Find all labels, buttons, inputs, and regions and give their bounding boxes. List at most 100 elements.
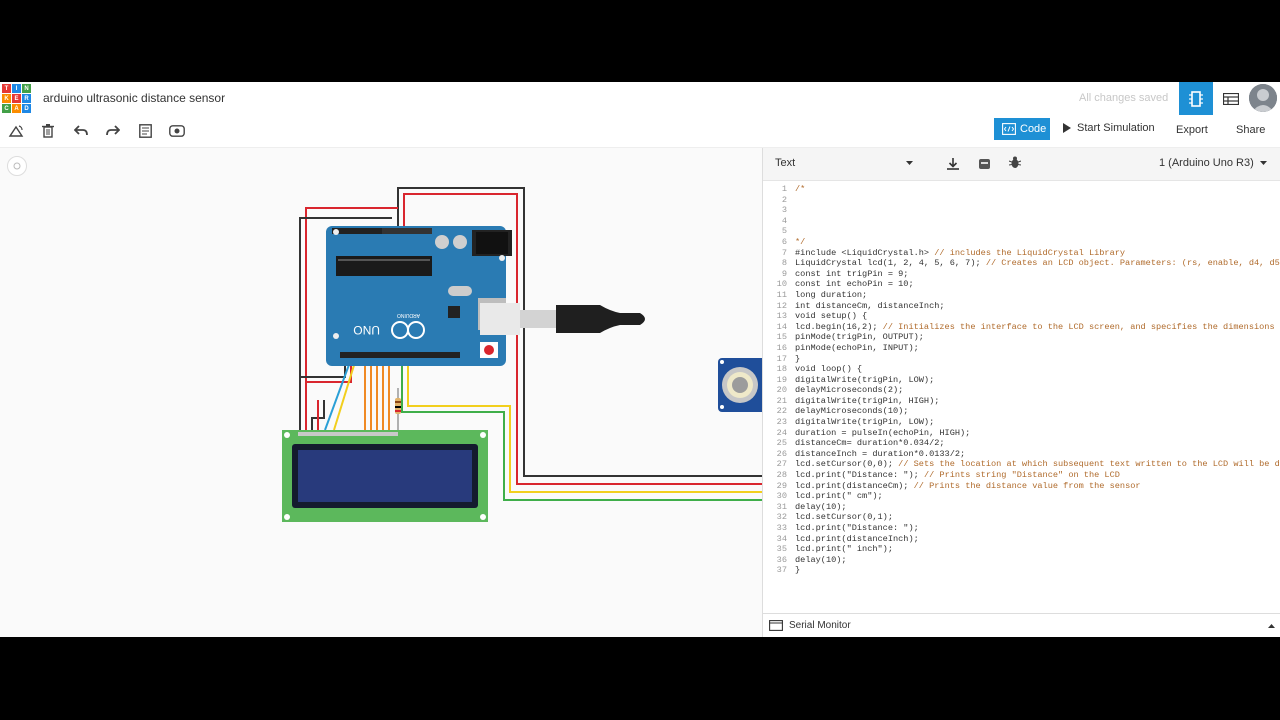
code-panel: Text 1 (Arduino Uno R3) 1 2 3 4 5 6 7 8 9 10 11 12 1… (762, 148, 1280, 637)
code-line[interactable]: */ (795, 237, 1280, 248)
table-list-icon (1223, 92, 1239, 105)
logo-letter: D (22, 104, 31, 113)
circuit-view-button[interactable] (1179, 82, 1213, 115)
code-line[interactable]: /* (795, 184, 1280, 195)
tinkercad-logo[interactable]: TIN KER CAD (2, 84, 32, 114)
code-line[interactable]: pinMode(echoPin, INPUT); (795, 343, 1280, 354)
start-simulation-label: Start Simulation (1077, 122, 1155, 134)
code-line[interactable]: lcd.print("Distance: "); (795, 523, 1280, 534)
line-number: 30 (776, 491, 787, 502)
code-line[interactable]: lcd.begin(16,2); // Initializes the inte… (795, 322, 1280, 333)
line-number: 26 (776, 448, 787, 459)
circuit-canvas[interactable]: UNO ARDUINO (0, 148, 762, 637)
ultrasonic-sensor[interactable] (718, 358, 762, 412)
chevron-up-icon[interactable] (1268, 624, 1275, 628)
logo-letter: K (2, 94, 11, 103)
serial-monitor-bar[interactable]: Serial Monitor (763, 613, 1280, 637)
usb-cable[interactable] (480, 303, 645, 335)
code-line[interactable]: long duration; (795, 290, 1280, 301)
logo-letter: R (22, 94, 31, 103)
line-number: 27 (776, 459, 787, 470)
undo-icon[interactable] (72, 122, 90, 140)
tinkercad-app: TIN KER CAD arduino ultrasonic distance se… (0, 82, 1280, 637)
play-icon (1063, 123, 1071, 133)
code-line[interactable]: #include <LiquidCrystal.h> // includes t… (795, 248, 1280, 259)
upload-device-icon[interactable] (978, 157, 991, 175)
code-line[interactable]: digitalWrite(trigPin, LOW); (795, 417, 1280, 428)
arduino-brand-label: ARDUINO (397, 312, 420, 318)
editor-toolbar: Code Start Simulation Export Share (0, 115, 1280, 148)
code-text[interactable]: /* */#include <LiquidCrystal.h> // inclu… (795, 184, 1280, 576)
line-number: 31 (776, 501, 787, 512)
design-title[interactable]: arduino ultrasonic distance sensor (43, 91, 225, 105)
code-line[interactable]: LiquidCrystal lcd(1, 2, 4, 5, 6, 7); // … (795, 258, 1280, 269)
code-line[interactable]: } (795, 354, 1280, 365)
eye-icon[interactable] (168, 122, 186, 140)
circuit-diagram: UNO ARDUINO (282, 187, 762, 522)
device-select[interactable]: 1 (Arduino Uno R3) (1153, 153, 1273, 173)
code-line[interactable]: lcd.print(distanceInch); (795, 534, 1280, 545)
arduino-uno-board[interactable] (326, 226, 512, 366)
logo-letter: N (22, 84, 31, 93)
code-line[interactable]: delayMicroseconds(10); (795, 406, 1280, 417)
code-line[interactable]: lcd.setCursor(0,1); (795, 512, 1280, 523)
code-line[interactable]: const int echoPin = 10; (795, 279, 1280, 290)
code-line[interactable]: lcd.print(" inch"); (795, 544, 1280, 555)
line-number: 14 (776, 321, 787, 332)
line-number: 5 (781, 226, 787, 237)
line-number: 9 (781, 268, 787, 279)
line-number: 4 (781, 215, 787, 226)
code-line[interactable]: distanceCm= duration*0.034/2; (795, 438, 1280, 449)
lcd-display[interactable] (282, 430, 488, 522)
notes-icon[interactable] (136, 122, 154, 140)
code-line[interactable]: lcd.setCursor(0,0); // Sets the location… (795, 459, 1280, 470)
resistor[interactable] (395, 388, 401, 430)
component-list-button[interactable] (1216, 82, 1246, 115)
line-number: 20 (776, 385, 787, 396)
trash-icon[interactable] (39, 122, 57, 140)
debugger-bug-icon[interactable] (1008, 156, 1022, 174)
code-button[interactable]: Code (994, 118, 1050, 140)
code-line[interactable] (795, 195, 1280, 206)
code-line[interactable]: lcd.print(" cm"); (795, 491, 1280, 502)
code-button-label: Code (1020, 123, 1047, 135)
line-number: 10 (776, 279, 787, 290)
line-number: 7 (781, 247, 787, 258)
code-line[interactable]: void setup() { (795, 311, 1280, 322)
logo-letter: I (12, 84, 21, 93)
code-line[interactable] (795, 216, 1280, 227)
line-number: 22 (776, 406, 787, 417)
start-simulation-button[interactable]: Start Simulation (1063, 122, 1155, 134)
code-line[interactable]: digitalWrite(trigPin, HIGH); (795, 396, 1280, 407)
code-line[interactable]: delayMicroseconds(2); (795, 385, 1280, 396)
redo-icon[interactable] (104, 122, 122, 140)
code-mode-select[interactable]: Text (769, 153, 919, 173)
device-value: 1 (Arduino Uno R3) (1159, 157, 1254, 169)
rotate-icon[interactable] (7, 122, 25, 140)
code-line[interactable]: lcd.print("Distance: "); // Prints strin… (795, 470, 1280, 481)
code-line[interactable]: duration = pulseIn(echoPin, HIGH); (795, 428, 1280, 439)
arduino-model-label: UNO (353, 323, 380, 337)
code-line[interactable]: pinMode(trigPin, OUTPUT); (795, 332, 1280, 343)
code-line[interactable]: delay(10); (795, 555, 1280, 566)
line-number: 13 (776, 311, 787, 322)
line-number: 1 (781, 184, 787, 194)
code-line[interactable]: int distanceCm, distanceInch; (795, 301, 1280, 312)
code-line[interactable]: lcd.print(distanceCm); // Prints the dis… (795, 481, 1280, 492)
code-editor[interactable]: 1 2 3 4 5 6 7 8 9 10 11 12 13 14 15 16 17 18 19 20 21 22 23 24 2… (763, 181, 1280, 609)
code-line[interactable]: void loop() { (795, 364, 1280, 375)
download-icon[interactable] (947, 157, 959, 175)
user-avatar[interactable] (1249, 84, 1277, 112)
code-line[interactable] (795, 205, 1280, 216)
share-button[interactable]: Share (1236, 124, 1265, 136)
code-line[interactable]: const int trigPin = 9; (795, 269, 1280, 280)
code-line[interactable]: distanceInch = duration*0.0133/2; (795, 449, 1280, 460)
line-number: 36 (776, 554, 787, 565)
logo-letter: A (12, 104, 21, 113)
code-line[interactable] (795, 226, 1280, 237)
code-toolbar: Text 1 (Arduino Uno R3) (763, 148, 1280, 181)
code-line[interactable]: delay(10); (795, 502, 1280, 513)
export-button[interactable]: Export (1176, 124, 1208, 136)
code-line[interactable]: } (795, 565, 1280, 576)
code-line[interactable]: digitalWrite(trigPin, LOW); (795, 375, 1280, 386)
